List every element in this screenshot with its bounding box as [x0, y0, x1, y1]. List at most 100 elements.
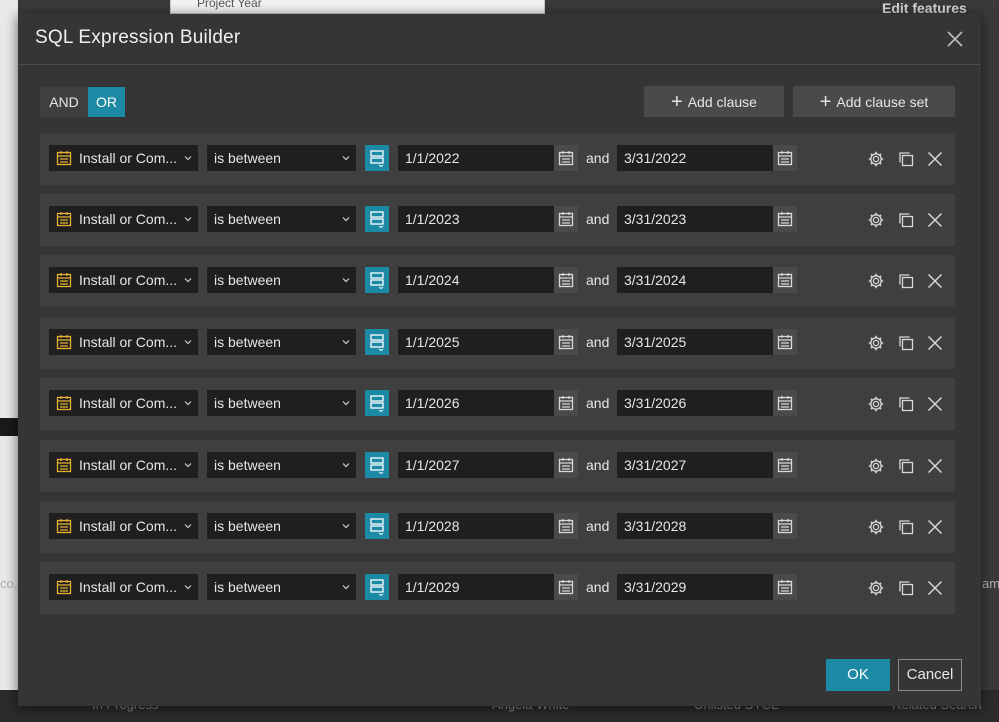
- value-source-icon: [370, 272, 384, 289]
- end-date-input[interactable]: 3/31/2025: [617, 329, 773, 355]
- duplicate-icon[interactable]: [897, 334, 915, 352]
- and-button[interactable]: AND: [40, 87, 88, 117]
- end-date-input[interactable]: 3/31/2027: [617, 452, 773, 478]
- operator-select[interactable]: is between: [207, 267, 356, 293]
- start-date-input[interactable]: 1/1/2029: [398, 574, 554, 600]
- end-date-picker-button[interactable]: [773, 145, 797, 171]
- chevron-down-icon: [184, 217, 192, 222]
- value-source-icon: [370, 579, 384, 596]
- date-field-icon: [56, 212, 72, 227]
- delete-clause-icon[interactable]: [926, 211, 944, 229]
- operator-select[interactable]: is between: [207, 513, 356, 539]
- field-select[interactable]: Install or Com...: [49, 267, 198, 293]
- operator-select[interactable]: is between: [207, 329, 356, 355]
- delete-clause-icon[interactable]: [926, 150, 944, 168]
- chevron-down-icon: [342, 156, 350, 161]
- start-date-picker-button[interactable]: [554, 513, 578, 539]
- value-mode-button[interactable]: [365, 329, 389, 355]
- delete-clause-icon[interactable]: [926, 334, 944, 352]
- duplicate-icon[interactable]: [897, 579, 915, 597]
- gear-icon[interactable]: [867, 518, 885, 536]
- gear-icon[interactable]: [867, 579, 885, 597]
- end-date-picker-button[interactable]: [773, 574, 797, 600]
- delete-clause-icon[interactable]: [926, 272, 944, 290]
- duplicate-icon[interactable]: [897, 518, 915, 536]
- end-date-input[interactable]: 3/31/2022: [617, 145, 773, 171]
- field-select-value: Install or Com...: [79, 579, 178, 595]
- duplicate-icon[interactable]: [897, 457, 915, 475]
- end-date-picker-button[interactable]: [773, 267, 797, 293]
- operator-select[interactable]: is between: [207, 206, 356, 232]
- gear-icon[interactable]: [867, 334, 885, 352]
- duplicate-icon[interactable]: [897, 150, 915, 168]
- field-select[interactable]: Install or Com...: [49, 390, 198, 416]
- field-select-value: Install or Com...: [79, 334, 178, 350]
- field-select[interactable]: Install or Com...: [49, 574, 198, 600]
- duplicate-icon[interactable]: [897, 211, 915, 229]
- gear-icon[interactable]: [867, 457, 885, 475]
- gear-icon[interactable]: [867, 395, 885, 413]
- field-select[interactable]: Install or Com...: [49, 206, 198, 232]
- operator-select[interactable]: is between: [207, 452, 356, 478]
- start-date-picker-button[interactable]: [554, 267, 578, 293]
- start-date-input[interactable]: 1/1/2022: [398, 145, 554, 171]
- chevron-down-icon: [342, 524, 350, 529]
- field-select[interactable]: Install or Com...: [49, 329, 198, 355]
- value-mode-button[interactable]: [365, 513, 389, 539]
- start-date-picker-button[interactable]: [554, 390, 578, 416]
- start-date-input[interactable]: 1/1/2023: [398, 206, 554, 232]
- cancel-button[interactable]: Cancel: [898, 659, 962, 691]
- value-mode-button[interactable]: [365, 267, 389, 293]
- start-date-input[interactable]: 1/1/2028: [398, 513, 554, 539]
- calendar-icon: [777, 519, 793, 534]
- end-date-picker-button[interactable]: [773, 206, 797, 232]
- start-date-picker-button[interactable]: [554, 574, 578, 600]
- plus-icon: +: [819, 90, 832, 113]
- add-clause-set-button[interactable]: + Add clause set: [793, 86, 955, 117]
- duplicate-icon[interactable]: [897, 395, 915, 413]
- start-date-picker-button[interactable]: [554, 329, 578, 355]
- gear-icon[interactable]: [867, 272, 885, 290]
- value-mode-button[interactable]: [365, 574, 389, 600]
- start-date-picker-button[interactable]: [554, 145, 578, 171]
- value-mode-button[interactable]: [365, 206, 389, 232]
- end-date-input[interactable]: 3/31/2024: [617, 267, 773, 293]
- operator-select[interactable]: is between: [207, 574, 356, 600]
- value-mode-button[interactable]: [365, 452, 389, 478]
- operator-select[interactable]: is between: [207, 390, 356, 416]
- start-date-input[interactable]: 1/1/2026: [398, 390, 554, 416]
- field-select[interactable]: Install or Com...: [49, 513, 198, 539]
- end-date-input[interactable]: 3/31/2028: [617, 513, 773, 539]
- delete-clause-icon[interactable]: [926, 518, 944, 536]
- end-date-picker-button[interactable]: [773, 329, 797, 355]
- calendar-icon: [777, 335, 793, 350]
- field-select[interactable]: Install or Com...: [49, 145, 198, 171]
- end-date-input[interactable]: 3/31/2029: [617, 574, 773, 600]
- clause-row: Install or Com... is between 1/1/2029 an…: [40, 562, 955, 614]
- start-date-input[interactable]: 1/1/2024: [398, 267, 554, 293]
- close-button[interactable]: [943, 27, 967, 51]
- field-select[interactable]: Install or Com...: [49, 452, 198, 478]
- or-button[interactable]: OR: [88, 87, 125, 117]
- start-date-picker-button[interactable]: [554, 206, 578, 232]
- end-date-picker-button[interactable]: [773, 513, 797, 539]
- end-date-picker-button[interactable]: [773, 452, 797, 478]
- gear-icon[interactable]: [867, 211, 885, 229]
- start-date-picker-button[interactable]: [554, 452, 578, 478]
- start-date-input[interactable]: 1/1/2025: [398, 329, 554, 355]
- add-clause-button[interactable]: + Add clause: [644, 86, 784, 117]
- operator-select[interactable]: is between: [207, 145, 356, 171]
- gear-icon[interactable]: [867, 150, 885, 168]
- end-date-picker-button[interactable]: [773, 390, 797, 416]
- delete-clause-icon[interactable]: [926, 395, 944, 413]
- end-date-input[interactable]: 3/31/2026: [617, 390, 773, 416]
- start-date-input[interactable]: 1/1/2027: [398, 452, 554, 478]
- delete-clause-icon[interactable]: [926, 457, 944, 475]
- value-mode-button[interactable]: [365, 145, 389, 171]
- calendar-icon: [777, 396, 793, 411]
- end-date-input[interactable]: 3/31/2023: [617, 206, 773, 232]
- delete-clause-icon[interactable]: [926, 579, 944, 597]
- ok-button[interactable]: OK: [826, 659, 890, 691]
- duplicate-icon[interactable]: [897, 272, 915, 290]
- value-mode-button[interactable]: [365, 390, 389, 416]
